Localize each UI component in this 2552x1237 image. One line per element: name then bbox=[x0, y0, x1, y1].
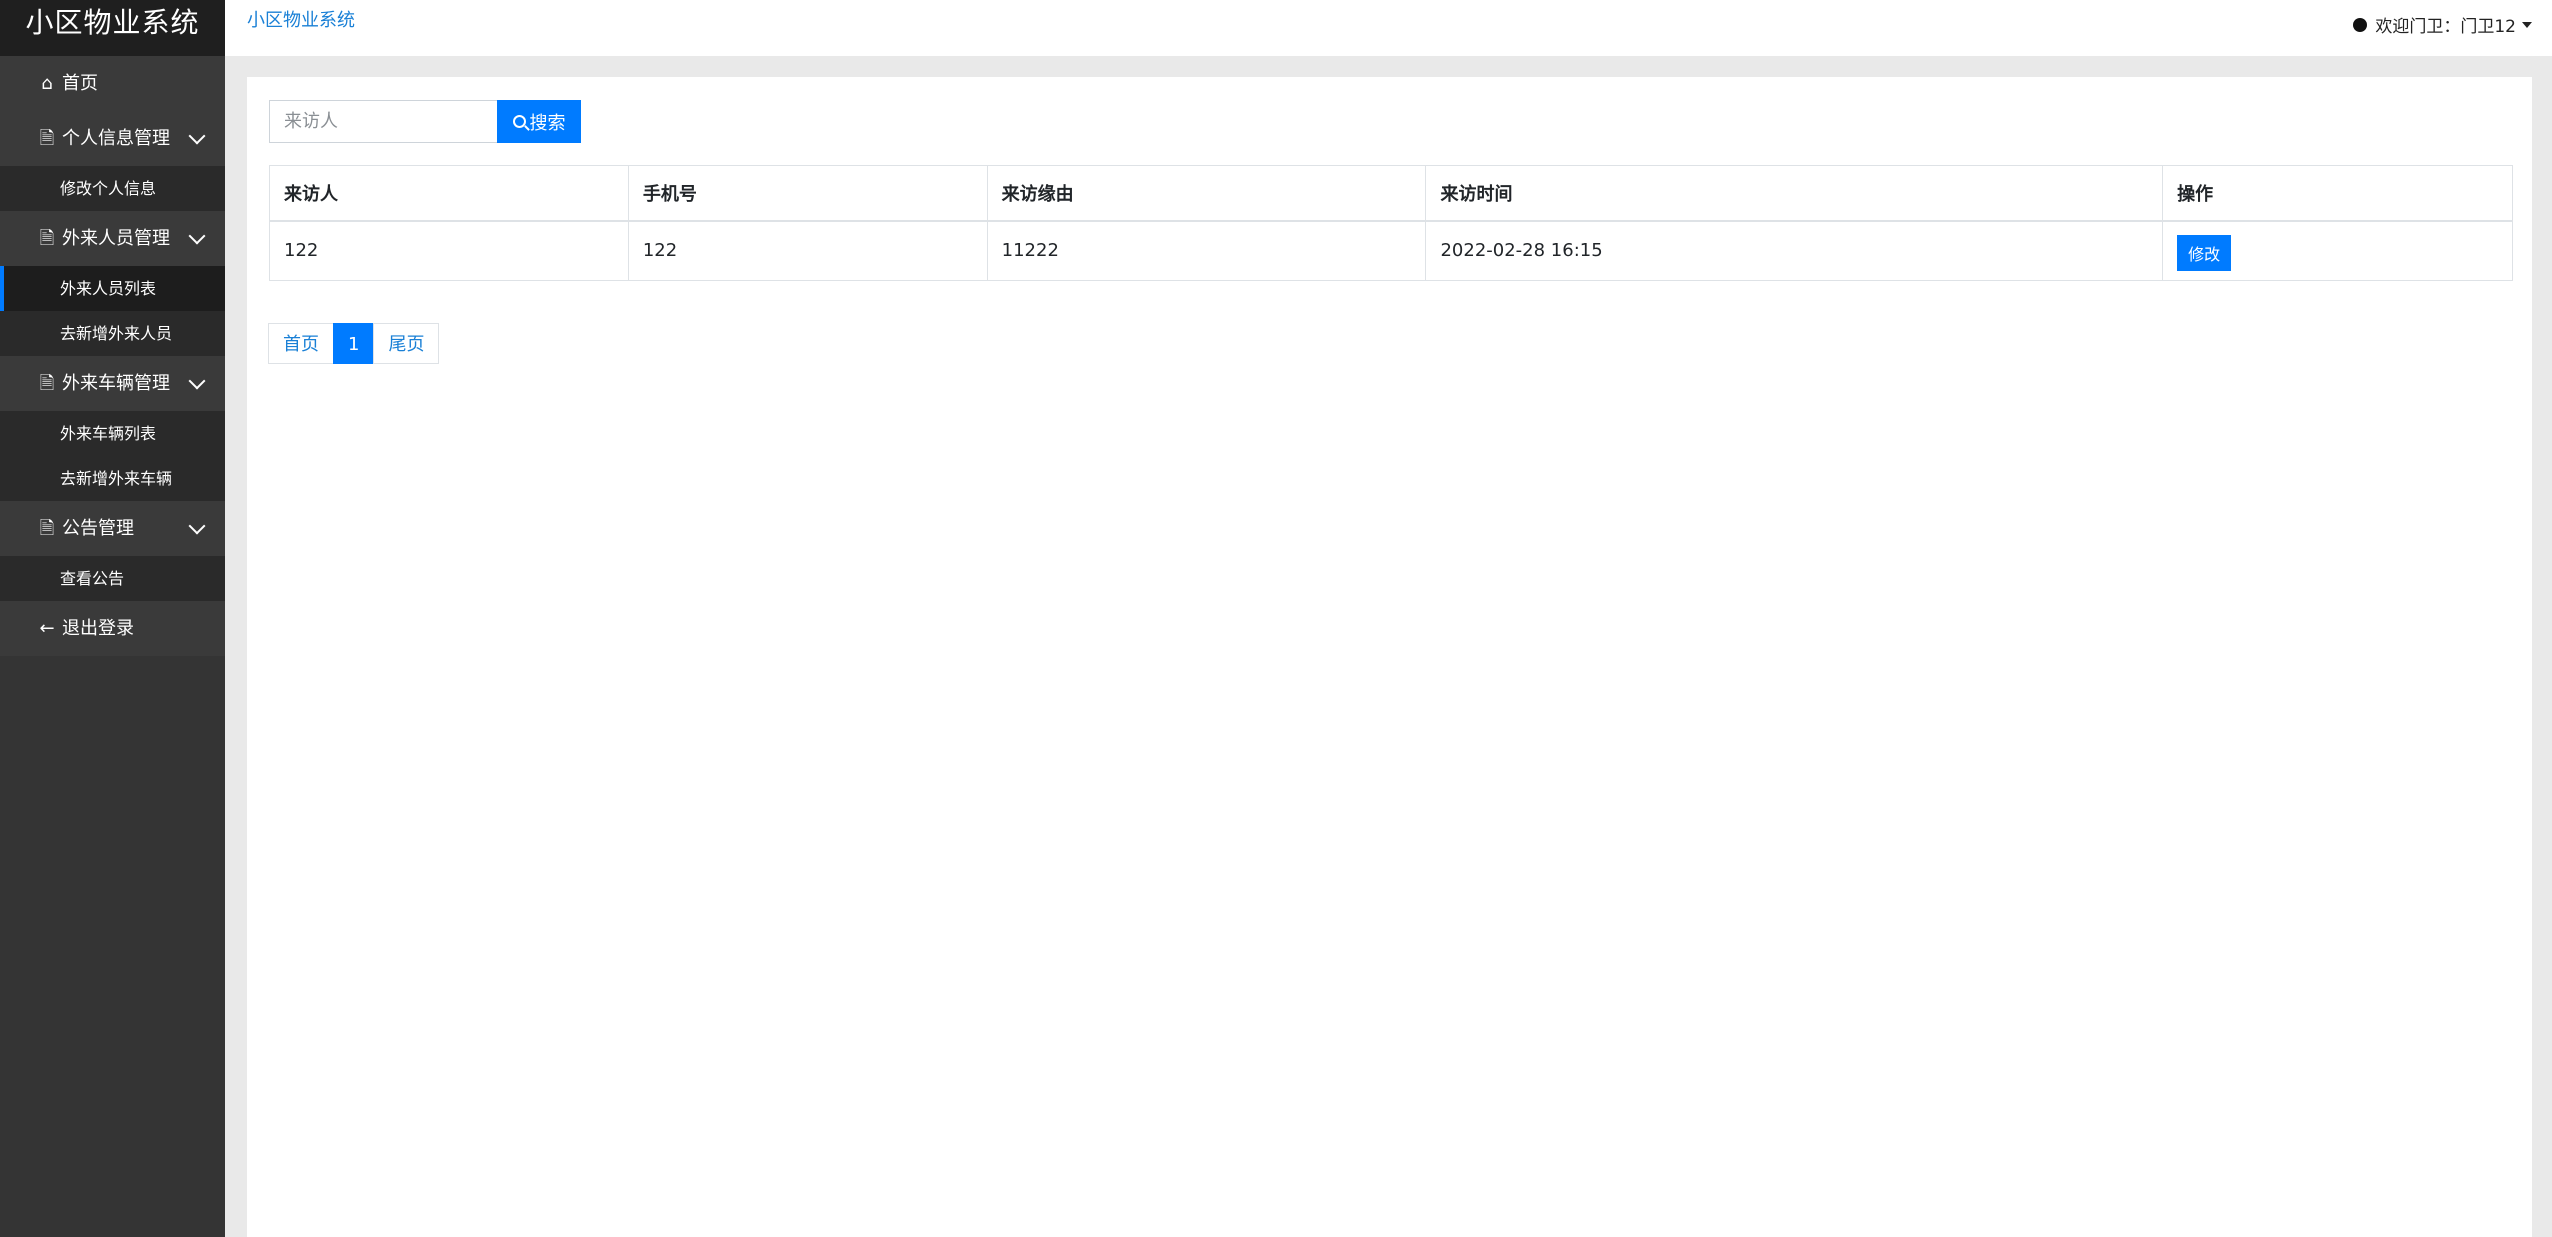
document-icon: 🗎 bbox=[39, 128, 55, 149]
visitor-table: 来访人 手机号 来访缘由 来访时间 操作 122 122 11222 2022-… bbox=[269, 165, 2513, 281]
sidebar-group-vehicle-management[interactable]: 🗎 外来车辆管理 bbox=[0, 356, 225, 411]
search-icon bbox=[512, 115, 526, 128]
sidebar-item-edit-profile[interactable]: 修改个人信息 bbox=[0, 166, 225, 211]
sidebar-group-visitor-management[interactable]: 🗎 外来人员管理 bbox=[0, 211, 225, 266]
topbar: 小区物业系统 欢迎门卫：门卫12 bbox=[225, 0, 2552, 56]
cell-time: 2022-02-28 16:15 bbox=[1425, 220, 2164, 281]
column-header-reason: 来访缘由 bbox=[986, 165, 1427, 222]
page-last[interactable]: 尾页 bbox=[373, 323, 440, 364]
search-button-label: 搜索 bbox=[529, 112, 566, 134]
sidebar-item-view-announcement[interactable]: 查看公告 bbox=[0, 556, 225, 601]
search-bar: 搜索 bbox=[269, 100, 581, 143]
home-icon: ⌂ bbox=[41, 73, 53, 94]
sidebar-group-label: 外来车辆管理 bbox=[62, 373, 170, 394]
column-header-action: 操作 bbox=[2162, 165, 2513, 222]
column-header-phone: 手机号 bbox=[627, 165, 988, 222]
search-input[interactable] bbox=[269, 100, 497, 143]
sidebar-item-vehicle-list[interactable]: 外来车辆列表 bbox=[0, 411, 225, 456]
column-header-time: 来访时间 bbox=[1425, 165, 2164, 222]
chevron-down-icon bbox=[188, 127, 206, 145]
table-row: 122 122 11222 2022-02-28 16:15 修改 bbox=[269, 220, 2513, 281]
sidebar-item-label: 首页 bbox=[62, 73, 98, 94]
sidebar-item-add-visitor[interactable]: 去新增外来人员 bbox=[0, 311, 225, 356]
chevron-down-icon bbox=[188, 517, 206, 535]
chevron-down-icon bbox=[188, 227, 206, 245]
main-content: 搜索 来访人 手机号 来访缘由 来访时间 操作 122 122 11222 20… bbox=[247, 77, 2532, 1237]
sidebar: 小区物业系统 ⌂ 首页 🗎 个人信息管理 修改个人信息 🗎 外来人员管理 外来人… bbox=[0, 0, 225, 1237]
document-icon: 🗎 bbox=[39, 518, 55, 539]
cell-phone: 122 bbox=[627, 220, 988, 281]
sidebar-item-add-vehicle[interactable]: 去新增外来车辆 bbox=[0, 456, 225, 501]
sidebar-group-personal-info[interactable]: 🗎 个人信息管理 bbox=[0, 111, 225, 166]
caret-down-icon bbox=[2522, 21, 2532, 28]
document-icon: 🗎 bbox=[39, 228, 55, 249]
page-current[interactable]: 1 bbox=[333, 323, 375, 364]
search-button[interactable]: 搜索 bbox=[497, 100, 581, 143]
sidebar-item-home[interactable]: ⌂ 首页 bbox=[0, 56, 225, 111]
cell-visitor: 122 bbox=[269, 220, 629, 281]
cell-reason: 11222 bbox=[986, 220, 1427, 281]
sidebar-item-label: 退出登录 bbox=[62, 618, 134, 639]
sidebar-group-announcement[interactable]: 🗎 公告管理 bbox=[0, 501, 225, 556]
smiley-icon bbox=[2353, 17, 2368, 32]
document-icon: 🗎 bbox=[39, 373, 55, 394]
column-header-visitor: 来访人 bbox=[269, 165, 629, 222]
sidebar-item-visitor-list[interactable]: 外来人员列表 bbox=[0, 266, 225, 311]
app-title: 小区物业系统 bbox=[0, 0, 225, 56]
breadcrumb[interactable]: 小区物业系统 bbox=[247, 6, 355, 32]
sidebar-group-label: 公告管理 bbox=[62, 518, 134, 539]
edit-button[interactable]: 修改 bbox=[2177, 234, 2232, 271]
user-menu[interactable]: 欢迎门卫：门卫12 bbox=[2353, 12, 2532, 37]
sidebar-group-label: 外来人员管理 bbox=[62, 228, 170, 249]
sidebar-group-label: 个人信息管理 bbox=[62, 128, 170, 149]
user-greeting: 欢迎门卫：门卫12 bbox=[2375, 17, 2516, 37]
table-header-row: 来访人 手机号 来访缘由 来访时间 操作 bbox=[269, 165, 2513, 222]
pagination: 首页 1 尾页 bbox=[268, 323, 440, 364]
page-first[interactable]: 首页 bbox=[268, 323, 334, 364]
chevron-down-icon bbox=[188, 372, 206, 390]
arrow-left-icon: ← bbox=[39, 618, 55, 639]
sidebar-item-logout[interactable]: ← 退出登录 bbox=[0, 601, 225, 656]
cell-action: 修改 bbox=[2162, 220, 2513, 281]
